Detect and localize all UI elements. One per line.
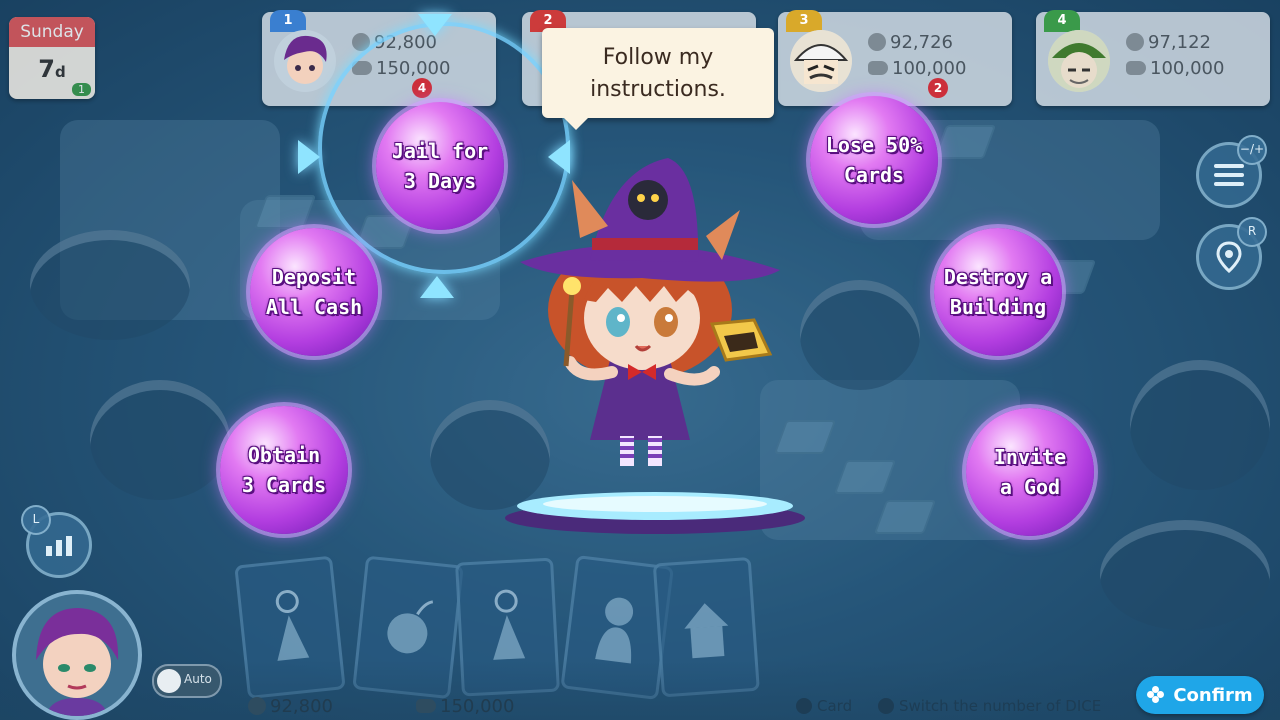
- auto-label: Auto: [184, 672, 212, 686]
- player-rank: 4: [1044, 10, 1080, 32]
- option-label: 3 Cards: [241, 473, 327, 497]
- speech-bubble: Follow my instructions.: [542, 28, 774, 130]
- my-assets: 150,000: [416, 696, 514, 717]
- player-portrait: [274, 30, 336, 92]
- bomb-icon: [387, 600, 434, 654]
- cone-icon: [493, 589, 526, 660]
- option-label: Jail for: [391, 139, 489, 163]
- toggle-knob: [157, 669, 181, 693]
- coin-icon: [1126, 33, 1144, 51]
- option-jail-for-3-days[interactable]: Jail for 3 Days: [376, 102, 504, 230]
- player-avatar[interactable]: [12, 590, 142, 720]
- confirm-label: Confirm: [1173, 684, 1253, 706]
- piggy-bank-icon: [868, 61, 888, 75]
- piggy-bank-icon: [416, 699, 436, 713]
- menu-button[interactable]: −/+: [1196, 135, 1267, 208]
- confirm-button[interactable]: Confirm: [1136, 676, 1264, 714]
- gamepad-icon: [1147, 686, 1165, 704]
- player-cash: 92,726: [868, 32, 953, 53]
- gamepad-icon: [878, 698, 894, 714]
- option-label: Cards: [843, 163, 905, 187]
- stats-tag: L: [21, 505, 51, 535]
- character-icon: [595, 597, 634, 664]
- my-cash: 92,800: [248, 696, 333, 717]
- day-panel: Sunday 7d 1: [9, 17, 95, 99]
- selector-arrow-down-icon: [418, 14, 452, 36]
- coin-icon: [868, 33, 886, 51]
- player-rank: 3: [786, 10, 822, 32]
- option-label: Deposit: [271, 265, 357, 289]
- selector-arrow-up-icon: [420, 276, 454, 298]
- witch-character: [500, 140, 820, 480]
- option-invite-a-god[interactable]: Invite a God: [966, 408, 1094, 536]
- option-lose-50-cards[interactable]: Lose 50% Cards: [810, 96, 938, 224]
- house-icon: [684, 603, 729, 659]
- option-obtain-3-cards[interactable]: Obtain 3 Cards: [220, 406, 348, 534]
- option-label: Invite: [993, 445, 1067, 469]
- speech-line-2: instructions.: [590, 77, 726, 102]
- character-platform: [503, 488, 807, 538]
- dice-icon: 2: [928, 78, 948, 98]
- option-label: Obtain: [247, 443, 321, 467]
- option-label: Building: [949, 295, 1047, 319]
- option-destroy-a-building[interactable]: Destroy a Building: [934, 228, 1062, 356]
- player-portrait: [790, 30, 852, 92]
- option-deposit-all-cash[interactable]: Deposit All Cash: [250, 228, 378, 356]
- day-badge: 1: [72, 83, 91, 96]
- player-assets: 100,000: [868, 58, 966, 79]
- player-assets: 100,000: [1126, 58, 1224, 79]
- player-card-4[interactable]: 4 97,122 100,000: [1036, 10, 1270, 106]
- map-pin-icon: [1216, 241, 1242, 273]
- player-portrait: [1048, 30, 1110, 92]
- player-rank: 1: [270, 10, 306, 32]
- map-tag: R: [1237, 217, 1267, 247]
- option-label: a God: [999, 475, 1061, 499]
- auto-toggle[interactable]: Auto: [152, 664, 222, 698]
- cone-icon: [275, 590, 310, 661]
- stats-icon: [46, 536, 72, 556]
- map-button[interactable]: R: [1196, 217, 1267, 290]
- piggy-bank-icon: [1126, 61, 1146, 75]
- option-label: Destroy a: [943, 265, 1053, 289]
- option-label: All Cash: [265, 295, 363, 319]
- option-label: 3 Days: [403, 169, 477, 193]
- menu-icon: [1214, 164, 1244, 186]
- hint-card: Card: [796, 697, 852, 715]
- player-cash: 97,122: [1126, 32, 1211, 53]
- zoom-tag: −/+: [1237, 135, 1267, 165]
- option-label: Lose 50%: [825, 133, 923, 157]
- hint-switch-dice: Switch the number of DICE: [878, 697, 1101, 715]
- selector-arrow-right-icon: [298, 140, 320, 174]
- gamepad-icon: [796, 698, 812, 714]
- speech-line-1: Follow my: [602, 45, 714, 70]
- player-card-3[interactable]: 3 92,726 100,000 2: [778, 10, 1012, 106]
- day-name: Sunday: [9, 17, 95, 47]
- stats-button[interactable]: L: [21, 505, 92, 578]
- coin-icon: [248, 697, 266, 715]
